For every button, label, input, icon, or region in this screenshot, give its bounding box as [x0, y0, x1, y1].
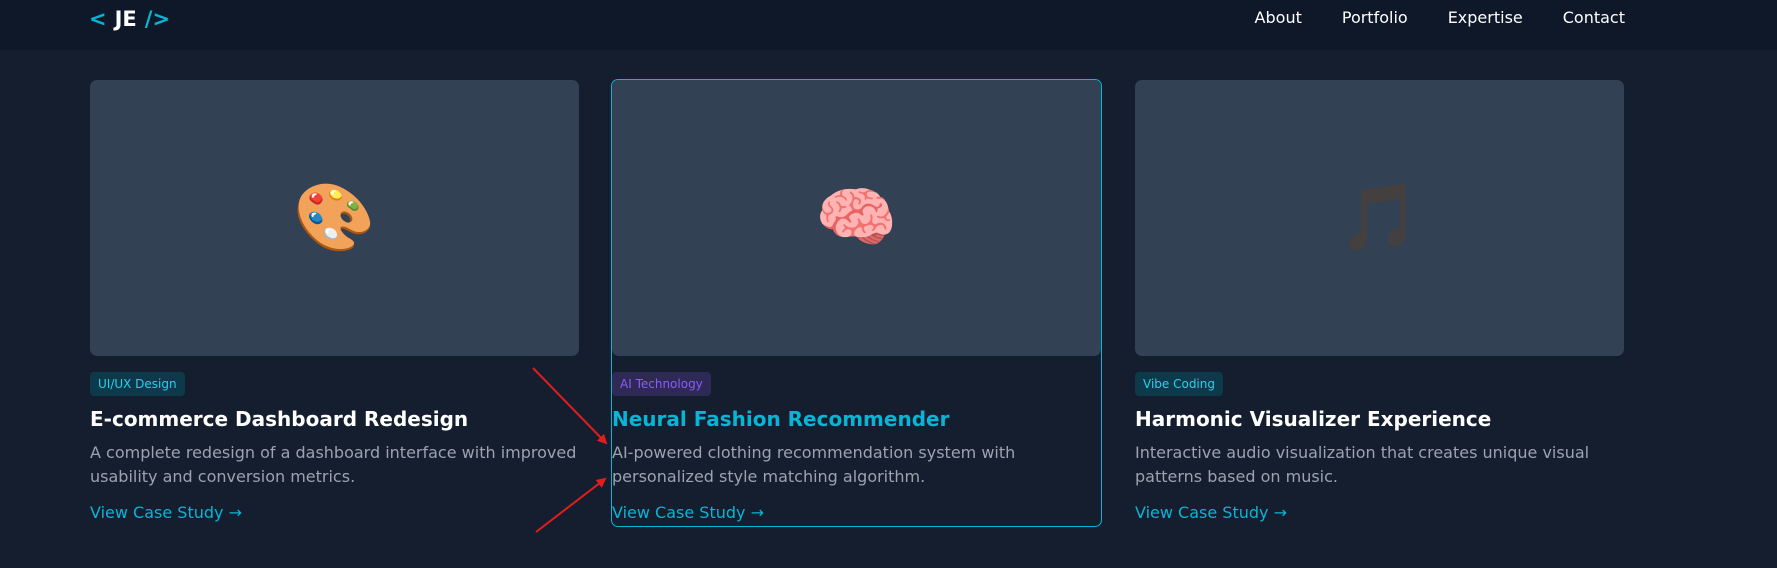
category-tag: Vibe Coding	[1135, 372, 1223, 396]
project-title: Harmonic Visualizer Experience	[1135, 407, 1492, 431]
project-title: Neural Fashion Recommender	[612, 407, 950, 431]
navbar: < JE /> About Portfolio Expertise Contac…	[0, 0, 1777, 50]
music-note-icon: 🎵	[1338, 179, 1421, 256]
project-card-harmonic[interactable]: 🎵 Vibe Coding Harmonic Visualizer Experi…	[1134, 79, 1625, 527]
project-thumbnail[interactable]: 🎨	[90, 80, 579, 356]
view-case-study-link[interactable]: View Case Study →	[1135, 502, 1287, 524]
project-thumbnail[interactable]: 🎵	[1135, 80, 1624, 356]
project-thumbnail[interactable]: 🧠	[612, 80, 1101, 356]
view-case-study-link[interactable]: View Case Study →	[612, 502, 764, 524]
category-tag: AI Technology	[612, 372, 711, 396]
view-case-study-link[interactable]: View Case Study →	[90, 502, 242, 524]
palette-icon: 🎨	[293, 179, 376, 256]
logo-initials: JE	[114, 7, 137, 31]
category-tag: UI/UX Design	[90, 372, 185, 396]
nav-link-contact[interactable]: Contact	[1563, 7, 1625, 29]
logo-open-bracket: <	[89, 7, 107, 31]
logo-close-bracket: />	[144, 7, 171, 31]
logo[interactable]: < JE />	[89, 3, 170, 35]
project-description: AI-powered clothing recommendation syste…	[612, 443, 1016, 486]
nav-link-expertise[interactable]: Expertise	[1448, 7, 1523, 29]
project-card-ecommerce[interactable]: 🎨 UI/UX Design E-commerce Dashboard Rede…	[89, 79, 580, 527]
project-description: Interactive audio visualization that cre…	[1135, 443, 1590, 486]
nav-link-portfolio[interactable]: Portfolio	[1342, 7, 1408, 29]
brain-icon: 🧠	[815, 179, 898, 256]
nav-link-about[interactable]: About	[1255, 7, 1302, 29]
project-card-neural-fashion[interactable]: 🧠 AI Technology Neural Fashion Recommend…	[611, 79, 1102, 527]
nav-links: About Portfolio Expertise Contact	[1255, 7, 1625, 29]
project-title: E-commerce Dashboard Redesign	[90, 407, 469, 431]
project-description: A complete redesign of a dashboard inter…	[90, 443, 577, 486]
